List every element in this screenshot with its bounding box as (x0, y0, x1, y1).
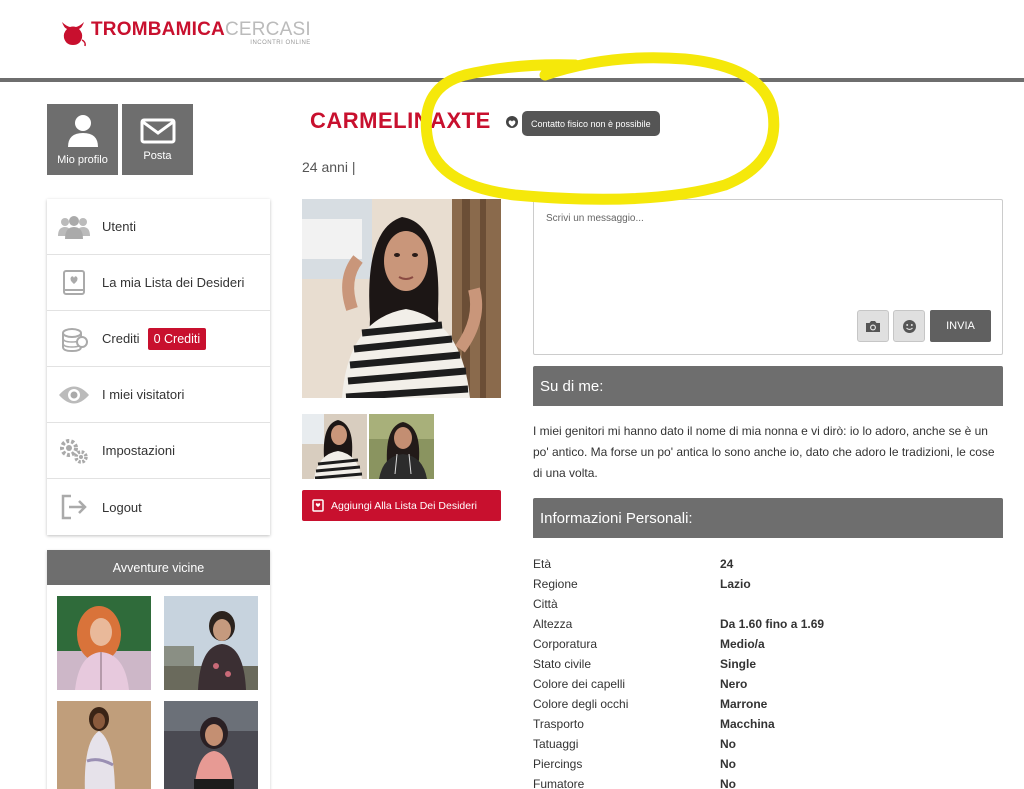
my-profile-tile[interactable]: Mio profilo (47, 104, 118, 175)
logo-text-secondary: CERCASI (224, 19, 311, 40)
logo-text-primary: TROMBAMICA (91, 19, 225, 40)
sidebar-item-logout[interactable]: Logout (47, 479, 270, 535)
mail-label: Posta (143, 149, 172, 162)
contact-status-tooltip: Contatto fisico non è possibile (522, 111, 660, 136)
profile-main-photo[interactable] (302, 199, 501, 398)
sidebar-item-label: Utenti (102, 219, 136, 234)
info-label: Regione (533, 577, 578, 591)
info-label: Piercings (533, 757, 583, 771)
info-row: Città (533, 594, 1003, 614)
heart-icon[interactable] (506, 116, 518, 128)
sidebar-item-label: La mia Lista dei Desideri (102, 275, 245, 290)
info-row: Corporatura Medio/a (533, 634, 1003, 654)
sidebar-item-users[interactable]: Utenti (47, 199, 270, 255)
info-label: Stato civile (533, 657, 592, 671)
info-row: Trasporto Macchina (533, 714, 1003, 734)
nearby-adventures-panel: Avventure vicine (47, 550, 270, 789)
wishlist-book-icon (57, 268, 91, 298)
info-label: Età (533, 557, 552, 571)
devil-logo-icon (62, 22, 86, 47)
info-row: Regione Lazio (533, 574, 1003, 594)
coins-icon (57, 324, 91, 354)
sidebar-item-label: Crediti (102, 331, 140, 346)
sidebar-item-label: Logout (102, 499, 142, 515)
info-value: 24 (720, 557, 734, 571)
mail-tile[interactable]: Posta (122, 104, 193, 175)
logout-icon (57, 492, 91, 522)
sidebar-item-label: I miei visitatori (102, 387, 185, 402)
add-to-wishlist-label: Aggiungi Alla Lista Dei Desideri (331, 499, 477, 512)
info-value: Single (720, 657, 757, 671)
message-composer[interactable]: Scrivi un messaggio... INVIA (533, 199, 1003, 355)
info-label: Trasporto (533, 717, 584, 731)
profile-name: CARMELINAXTE (310, 108, 491, 133)
nearby-profile-photo[interactable] (164, 596, 258, 690)
profile-thumbnail[interactable] (302, 414, 367, 479)
info-value: Da 1.60 fino a 1.69 (720, 617, 825, 631)
about-me-header: Su di me: (533, 366, 1003, 406)
info-row: Tatuaggi No (533, 734, 1003, 754)
nearby-profile-photo[interactable] (164, 701, 258, 789)
personal-info-header: Informazioni Personali: (533, 498, 1003, 538)
wishlist-book-icon (312, 499, 324, 512)
info-label: Città (533, 597, 558, 611)
smiley-icon (902, 319, 916, 333)
info-label: Colore dei capelli (533, 677, 626, 691)
users-icon (57, 212, 91, 242)
info-row: Piercings No (533, 754, 1003, 774)
info-value: No (720, 737, 736, 751)
profile-tiles: Mio profilo Posta (47, 104, 193, 175)
info-label: Altezza (533, 617, 573, 631)
credits-badge[interactable]: 0 Crediti (147, 327, 207, 350)
info-row: Stato civile Single (533, 654, 1003, 674)
info-value: Macchina (720, 717, 775, 731)
info-value: Lazio (720, 577, 751, 591)
site-logo[interactable]: TROMBAMICACERCASI INCONTRI ONLINE (58, 18, 311, 48)
profile-thumbnail[interactable] (369, 414, 434, 479)
sidebar-item-credits[interactable]: Crediti 0 Crediti (47, 311, 270, 367)
info-label: Fumatore (533, 777, 585, 789)
nearby-adventures-title: Avventure vicine (47, 550, 270, 585)
sidebar-item-wishlist[interactable]: La mia Lista dei Desideri (47, 255, 270, 311)
about-me-text: I miei genitori mi hanno dato il nome di… (533, 424, 995, 480)
nearby-profile-photo[interactable] (57, 596, 151, 690)
info-label: Tatuaggi (533, 737, 579, 751)
info-row: Colore degli occhi Marrone (533, 694, 1003, 714)
logo-tagline: INCONTRI ONLINE (250, 40, 311, 46)
gears-icon (57, 436, 91, 466)
sidebar-item-visitors[interactable]: I miei visitatori (47, 367, 270, 423)
sidebar-item-label: Impostazioni (102, 443, 175, 458)
info-row: Altezza Da 1.60 fino a 1.69 (533, 614, 1003, 634)
my-profile-label: Mio profilo (57, 153, 108, 166)
nearby-profile-photo[interactable] (57, 701, 151, 789)
info-value: Medio/a (720, 637, 765, 651)
info-row: Fumatore No (533, 774, 1003, 789)
attach-photo-button[interactable] (857, 310, 889, 342)
info-value: Nero (720, 677, 748, 691)
header-divider (0, 78, 1024, 82)
envelope-icon (140, 118, 175, 143)
info-value: No (720, 777, 736, 789)
profile-age: 24 anni | (302, 159, 356, 175)
sidebar-item-settings[interactable]: Impostazioni (47, 423, 270, 479)
personal-info-table: Età 24 Regione Lazio Città Altezza Da 1.60 fin… (533, 554, 1003, 789)
camera-icon (866, 320, 880, 332)
site-header: TROMBAMICACERCASI INCONTRI ONLINE (0, 0, 1024, 82)
info-label: Corporatura (533, 637, 598, 651)
add-to-wishlist-button[interactable]: Aggiungi Alla Lista Dei Desideri (302, 490, 501, 521)
emoji-button[interactable] (893, 310, 925, 342)
user-icon (67, 114, 98, 147)
info-label: Colore degli occhi (533, 697, 629, 711)
info-value: No (720, 757, 736, 771)
info-value: Marrone (720, 697, 768, 711)
info-row: Colore dei capelli Nero (533, 674, 1003, 694)
message-input[interactable]: Scrivi un messaggio... (546, 213, 644, 224)
send-message-button[interactable]: INVIA (930, 310, 991, 342)
sidebar-menu: Utenti La mia Lista dei Desideri Crediti… (47, 199, 270, 535)
eye-icon (57, 380, 91, 410)
info-row: Età 24 (533, 554, 1003, 574)
